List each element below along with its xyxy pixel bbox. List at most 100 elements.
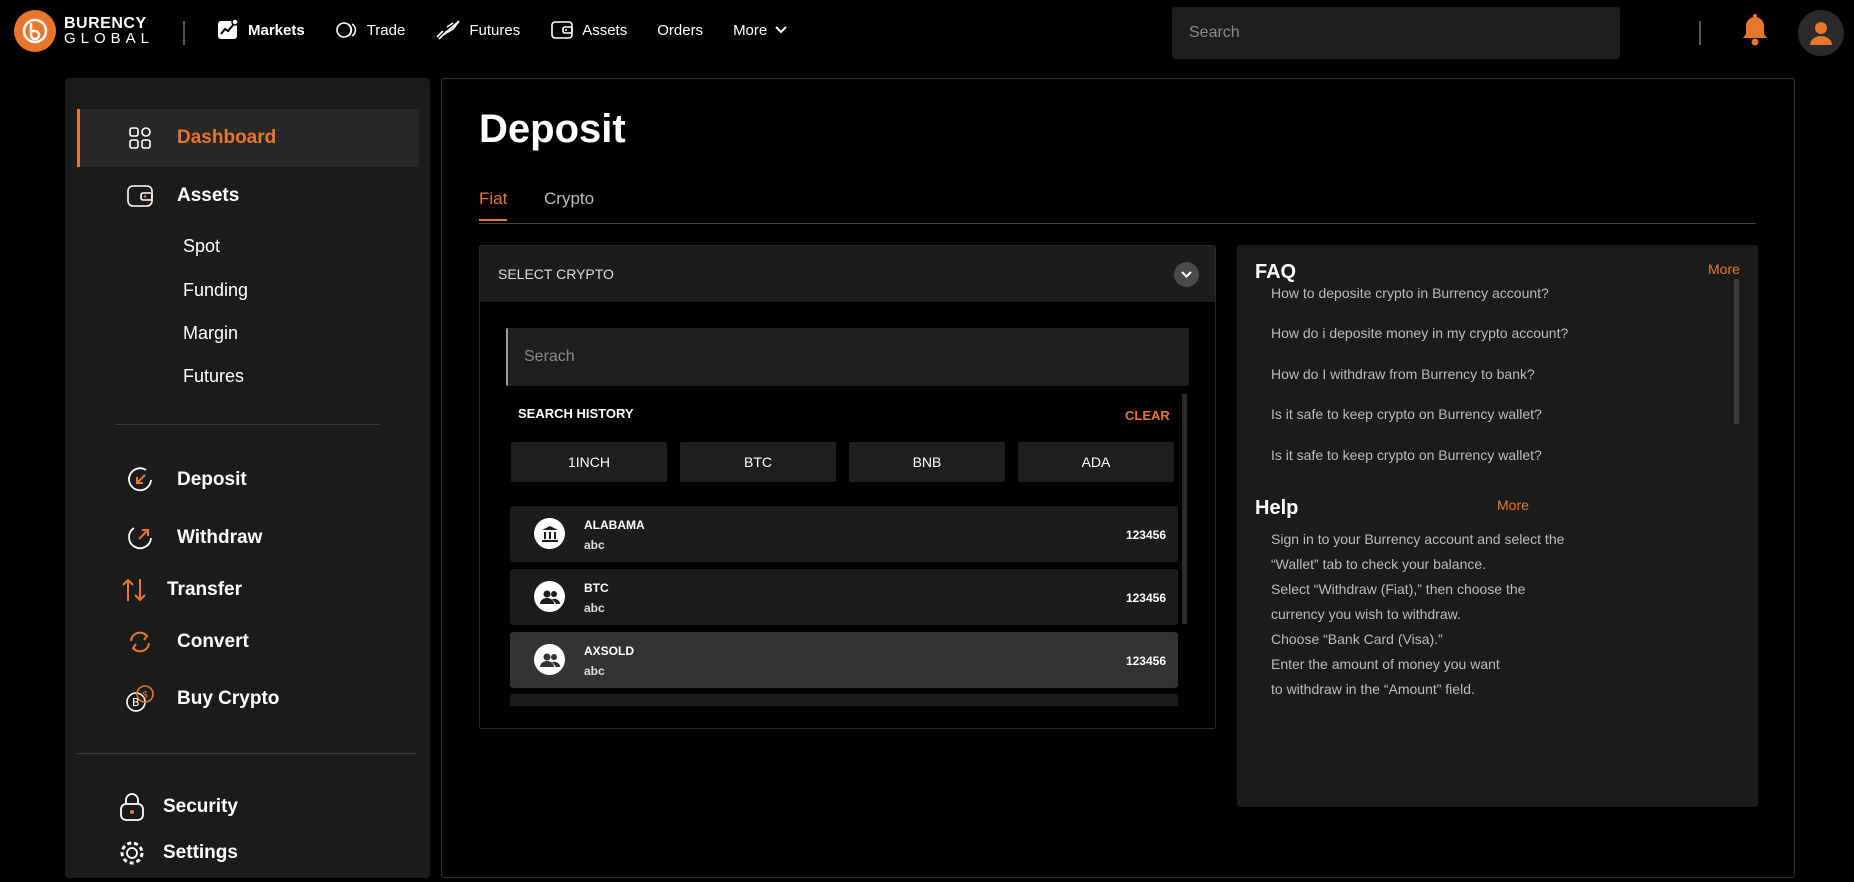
list-item[interactable]	[510, 694, 1178, 706]
sidebar-item-deposit[interactable]: Deposit	[89, 451, 416, 509]
help-text-line: “Wallet” tab to check your balance.	[1271, 556, 1487, 572]
history-chip[interactable]: BNB	[849, 442, 1005, 482]
svg-text:$: $	[142, 690, 148, 701]
faq-question[interactable]: How do i deposite money in my crypto acc…	[1271, 325, 1568, 341]
faq-question[interactable]: How to deposite crypto in Burrency accou…	[1271, 285, 1549, 301]
faq-question[interactable]: How do I withdraw from Burrency to bank?	[1271, 366, 1535, 382]
help-text-line: to withdraw in the “Amount” field.	[1271, 681, 1475, 697]
sidebar-sub-margin[interactable]: Margin	[183, 323, 238, 344]
sidebar-sub-funding[interactable]: Funding	[183, 280, 248, 301]
sidebar-item-buy-crypto[interactable]: B $ Buy Crypto	[89, 670, 416, 728]
select-crypto-panel: SELECT CRYPTO SEARCH HISTORY CLEAR 1INCH…	[479, 245, 1216, 729]
trade-icon	[335, 20, 359, 40]
nav-futures[interactable]: Futures	[435, 19, 520, 41]
nav-assets[interactable]: Assets	[550, 19, 627, 41]
sidebar-item-withdraw[interactable]: Withdraw	[89, 509, 416, 567]
help-text-line: Choose “Bank Card (Visa).”	[1271, 631, 1443, 647]
clear-history-button[interactable]: CLEAR	[1125, 408, 1170, 423]
select-crypto-label: SELECT CRYPTO	[498, 266, 614, 282]
tab-crypto[interactable]: Crypto	[544, 189, 594, 219]
history-chip[interactable]: 1INCH	[511, 442, 667, 482]
chevron-down-icon	[775, 26, 787, 34]
tab-fiat[interactable]: Fiat	[479, 189, 508, 221]
sidebar-item-label: Deposit	[177, 469, 247, 490]
user-icon	[1810, 22, 1832, 45]
gear-icon	[117, 839, 147, 867]
sidebar-item-label: Security	[163, 796, 238, 817]
sidebar-sub-futures[interactable]: Futures	[183, 366, 244, 387]
bell-icon[interactable]	[1740, 14, 1770, 53]
top-search-input[interactable]	[1172, 7, 1620, 59]
search-history-label: SEARCH HISTORY	[518, 406, 634, 421]
users-icon	[534, 644, 565, 675]
wallet-icon	[125, 183, 155, 209]
deposit-tabs: Fiat Crypto	[479, 189, 1756, 224]
nav-divider	[183, 21, 185, 45]
faq-scrollbar[interactable]	[1734, 279, 1739, 424]
brand-subname: GLOBAL	[64, 30, 155, 47]
main-content: Deposit Fiat Crypto SELECT CRYPTO SEARCH…	[441, 78, 1795, 878]
nav-markets[interactable]: Markets	[216, 18, 305, 42]
user-avatar[interactable]	[1798, 10, 1844, 56]
history-chip[interactable]: BTC	[680, 442, 836, 482]
sidebar-item-dashboard[interactable]: Dashboard	[77, 109, 419, 167]
list-item[interactable]: AXSOLD abc 123456	[510, 632, 1178, 688]
nav-trade[interactable]: Trade	[335, 20, 405, 40]
sidebar: Dashboard Assets Spot Funding Margin Fut…	[65, 78, 430, 878]
row-value: 123456	[1125, 654, 1166, 668]
nav-assets-label: Assets	[582, 21, 628, 39]
sidebar-sub-spot[interactable]: Spot	[183, 236, 220, 257]
users-icon	[534, 581, 565, 612]
svg-text:B: B	[132, 696, 140, 709]
sidebar-item-transfer[interactable]: Transfer	[89, 561, 416, 619]
list-item[interactable]: BTC abc 123456	[510, 569, 1178, 625]
list-scrollbar[interactable]	[1182, 394, 1187, 624]
brand-name: BURENCY	[64, 15, 147, 32]
row-name: BTC	[584, 581, 609, 595]
row-sub: abc	[584, 538, 605, 552]
sidebar-item-label: Dashboard	[177, 127, 277, 148]
nav-markets-label: Markets	[248, 21, 305, 39]
sidebar-divider	[115, 424, 379, 425]
main-nav: Markets Trade Futures Assets Orders More	[216, 18, 817, 42]
sidebar-item-label: Buy Crypto	[177, 688, 280, 709]
row-value: 123456	[1125, 528, 1166, 542]
transfer-icon	[119, 577, 149, 603]
nav-more-label: More	[733, 21, 768, 39]
help-title: Help	[1255, 497, 1299, 519]
nav-more[interactable]: More	[733, 22, 787, 39]
sidebar-item-label: Settings	[163, 842, 238, 863]
markets-icon	[216, 18, 240, 42]
wallet-icon	[550, 19, 574, 41]
header-divider	[1699, 21, 1701, 45]
help-text-line: Enter the amount of money you want	[1271, 656, 1500, 672]
faq-title: FAQ	[1255, 261, 1297, 283]
sidebar-item-settings[interactable]: Settings	[89, 824, 416, 882]
row-sub: abc	[584, 664, 605, 678]
dashboard-icon	[125, 126, 155, 150]
list-item[interactable]: ALABAMA abc 123456	[510, 506, 1178, 562]
help-text-line: Sign in to your Burrency account and sel…	[1271, 531, 1565, 547]
chevron-down-icon[interactable]	[1174, 262, 1199, 287]
withdraw-icon	[125, 524, 155, 552]
nav-orders[interactable]: Orders	[657, 22, 703, 39]
top-bar: BURENCY GLOBAL Markets Trade Futures Ass…	[0, 0, 1854, 66]
bank-icon	[534, 518, 565, 549]
row-value: 123456	[1125, 591, 1166, 605]
futures-icon	[435, 19, 461, 41]
row-name: AXSOLD	[584, 644, 635, 658]
brand-logo[interactable]: BURENCY GLOBAL	[14, 10, 154, 52]
help-text-line: currency you wish to withdraw.	[1271, 606, 1461, 622]
sidebar-item-convert[interactable]: Convert	[89, 613, 416, 671]
faq-more-link[interactable]: More	[1708, 261, 1740, 277]
lock-icon	[117, 792, 147, 822]
sidebar-item-assets[interactable]: Assets	[89, 167, 416, 225]
history-chip[interactable]: ADA	[1018, 442, 1174, 482]
help-more-link[interactable]: More	[1497, 497, 1529, 513]
crypto-search-input[interactable]	[506, 328, 1189, 386]
sidebar-divider	[77, 753, 416, 754]
faq-question[interactable]: Is it safe to keep crypto on Burrency wa…	[1271, 406, 1542, 422]
info-panel: FAQ More How to deposite crypto in Burre…	[1237, 245, 1758, 807]
faq-question[interactable]: Is it safe to keep crypto on Burrency wa…	[1271, 447, 1542, 463]
select-crypto-dropdown[interactable]: SELECT CRYPTO	[480, 246, 1215, 302]
